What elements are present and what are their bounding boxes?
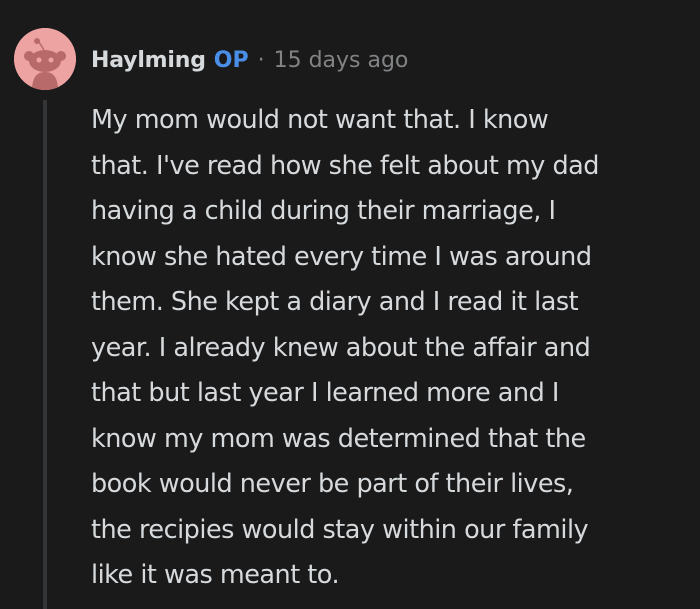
comment-body-line: year. I already knew about the affair an… <box>91 332 591 363</box>
comment-body-line: the recipies would stay within our famil… <box>91 514 589 545</box>
comment-body-line: know she hated every time I was around <box>91 241 592 272</box>
reddit-snoo-avatar-icon[interactable] <box>14 28 76 90</box>
comment-timestamp[interactable]: 15 days ago <box>274 48 409 73</box>
thread-collapse-line[interactable] <box>43 100 47 609</box>
comment-body-line: that but last year I learned more and I <box>91 378 559 408</box>
comment: Haylming OP · 15 days ago My mom would n… <box>0 0 700 609</box>
comment-body-line: book would never be part of their lives, <box>91 469 574 499</box>
comment-body-line: like it was meant to. <box>91 560 340 590</box>
comment-body: My mom would not want that. I know that.… <box>91 98 691 599</box>
meta-separator: · <box>257 47 265 73</box>
comment-body-line: know my mom was determined that the <box>91 423 586 454</box>
op-badge: OP <box>213 47 249 73</box>
comment-body-line: that. I've read how she felt about my da… <box>91 150 599 181</box>
comment-header: Haylming OP · 15 days ago <box>91 40 408 80</box>
comment-body-line: having a child during their marriage, I <box>91 196 556 226</box>
username-link[interactable]: Haylming <box>91 48 206 73</box>
comment-body-line: them. She kept a diary and I read it las… <box>91 287 579 317</box>
comment-body-line: My mom would not want that. I know <box>91 105 549 135</box>
